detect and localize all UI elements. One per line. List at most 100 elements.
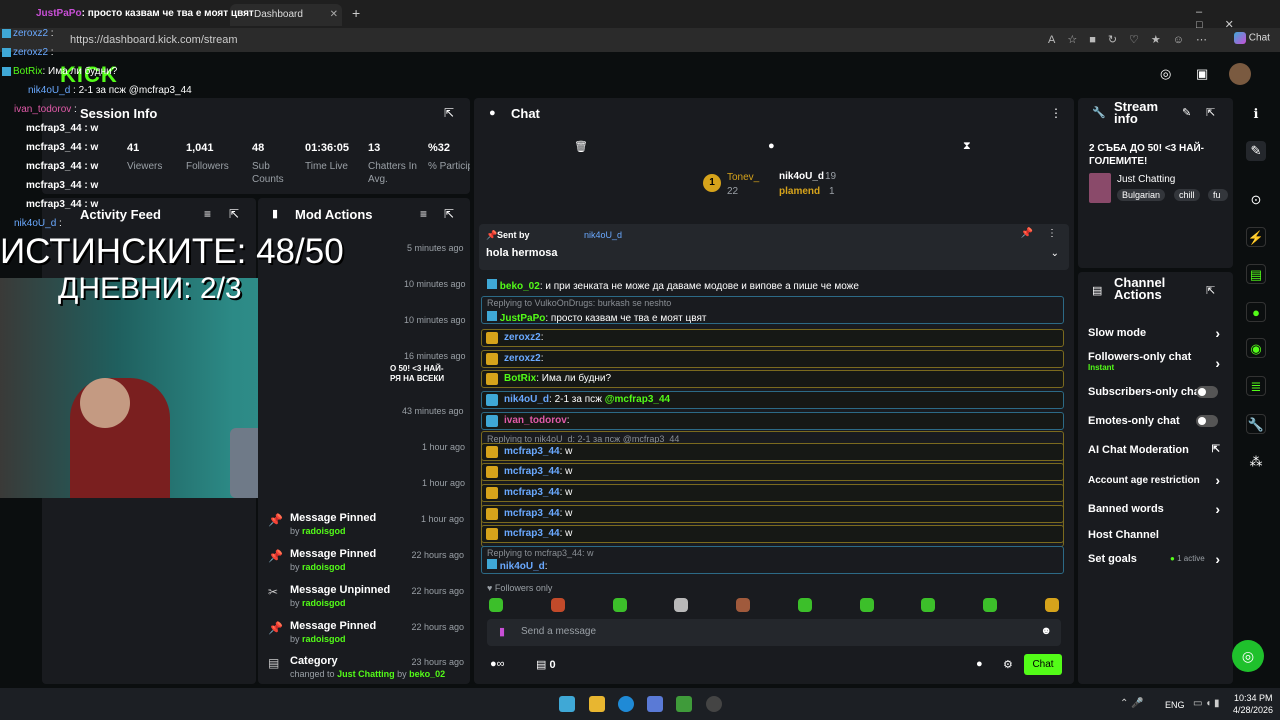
mod-action-row[interactable]: ✂ Message Unpinned by radoisgod 22 hours… bbox=[268, 584, 464, 616]
stream-category[interactable]: Just Chatting bbox=[1117, 174, 1175, 185]
tray-icons[interactable]: ▭ ◖ ▮ bbox=[1193, 698, 1220, 709]
mic-icon[interactable]: ▮ bbox=[499, 625, 505, 638]
header-search-icon[interactable]: ◎ bbox=[1160, 66, 1171, 82]
chat-message[interactable]: mcfrap3_44: w bbox=[481, 484, 1064, 502]
chevron-down-icon[interactable]: ⌄ bbox=[1051, 248, 1059, 259]
followers-only-setting[interactable]: Followers-only chat Instant › bbox=[1088, 351, 1220, 372]
user-badge bbox=[487, 279, 497, 289]
session-expand-icon[interactable]: ⇱ bbox=[444, 106, 454, 120]
emotes-only-setting[interactable]: Emotes-only chat bbox=[1088, 415, 1220, 427]
tray-icons[interactable]: ⌃ 🎤 bbox=[1120, 698, 1144, 709]
community-icon[interactable]: ●∞ bbox=[490, 658, 505, 670]
pen-icon[interactable]: ✎ bbox=[1246, 141, 1266, 161]
chat-input[interactable]: ▮ Send a message ☻ bbox=[487, 619, 1061, 646]
chat-message[interactable]: nik4oU_d: bbox=[487, 559, 548, 572]
chat-more-icon[interactable]: ⋮ bbox=[1050, 106, 1062, 120]
chat-message[interactable]: zeroxz2: bbox=[481, 329, 1064, 347]
banned-words-setting[interactable]: Banned words › bbox=[1088, 501, 1220, 517]
emote-icon[interactable] bbox=[921, 598, 935, 612]
chat-message[interactable]: JustPaPo: просто казвам че тва е моят цв… bbox=[487, 311, 706, 324]
edit-icon[interactable]: ✎ bbox=[1182, 106, 1191, 119]
chat-bubble-icon[interactable]: ● bbox=[976, 658, 983, 670]
edge-icon[interactable] bbox=[618, 696, 634, 712]
chat-timer-icon[interactable]: ⧗ bbox=[963, 140, 971, 153]
list-icon[interactable]: ≣ bbox=[1246, 376, 1266, 396]
emote-icon[interactable] bbox=[798, 598, 812, 612]
clock-date[interactable]: 4/28/2026 bbox=[1233, 705, 1273, 715]
broadcast-icon[interactable]: ◉ bbox=[1246, 338, 1266, 358]
emote-icon[interactable] bbox=[1045, 598, 1059, 612]
slow-mode-setting[interactable]: Slow mode › bbox=[1088, 325, 1220, 341]
community-icon[interactable]: ⁂ bbox=[1246, 452, 1266, 472]
tag-chip[interactable]: Bulgarian bbox=[1117, 189, 1166, 201]
header-camera-icon[interactable]: ▣ bbox=[1196, 66, 1208, 82]
windows-start-icon[interactable] bbox=[559, 696, 575, 712]
emote-icon[interactable] bbox=[736, 598, 750, 612]
file-explorer-icon[interactable] bbox=[589, 696, 605, 712]
address-bar[interactable]: https://dashboard.kick.com/stream bbox=[70, 31, 1090, 49]
emote-icon[interactable] bbox=[489, 598, 503, 612]
tag-chip[interactable]: fu bbox=[1208, 189, 1228, 201]
pinned-message[interactable]: 📌 Sent by nik4oU_d hola hermosa 📌 ⋮ ⌄ bbox=[479, 224, 1069, 270]
emoji-icon[interactable]: ☻ bbox=[1040, 625, 1052, 637]
tag-chip[interactable]: chill bbox=[1174, 189, 1200, 201]
subscribers-only-setting[interactable]: Subscribers-only chat bbox=[1088, 386, 1220, 398]
settings-gear-icon[interactable]: ⚙ bbox=[1003, 658, 1013, 671]
host-channel-setting[interactable]: Host Channel bbox=[1088, 529, 1220, 541]
chat-message[interactable]: beko_02: и при зенката не може да даваме… bbox=[487, 279, 859, 292]
crosshair-icon[interactable]: ⊙ bbox=[1246, 190, 1266, 210]
copilot-chat-button[interactable]: Chat bbox=[1234, 32, 1270, 44]
support-chat-icon[interactable]: ◎ bbox=[1232, 640, 1264, 672]
browser-toolbar-icons[interactable]: A☆■↻♡★☺⋯ bbox=[1048, 33, 1228, 46]
chat-message[interactable]: BotRix: Има ли будни? bbox=[481, 370, 1064, 388]
chat-message[interactable]: mcfrap3_44: w bbox=[481, 525, 1064, 543]
emote-icon[interactable] bbox=[613, 598, 627, 612]
chat-message[interactable]: nik4oU_d: 2-1 за псж @mcfrap3_44 bbox=[481, 391, 1064, 409]
store-icon[interactable]: ▤ 0 bbox=[536, 658, 556, 671]
chat-bubble-icon[interactable]: ● bbox=[768, 140, 775, 152]
emote-icon[interactable] bbox=[674, 598, 688, 612]
chat-delete-icon[interactable]: 🗑 bbox=[574, 140, 588, 153]
language-indicator[interactable]: ENG bbox=[1165, 700, 1185, 710]
stat-participation: %32% Participat bbox=[428, 142, 470, 172]
store-app-icon[interactable] bbox=[647, 696, 663, 712]
chat-message[interactable]: mcfrap3_44: w bbox=[481, 505, 1064, 523]
chat-message[interactable]: zeroxz2: bbox=[481, 350, 1064, 368]
document-icon[interactable]: ▤ bbox=[1246, 264, 1266, 284]
wrench-icon[interactable]: 🔧 bbox=[1246, 414, 1266, 434]
unpin-icon[interactable]: 📌 bbox=[1021, 228, 1033, 239]
chat-message[interactable]: mcfrap3_44: w bbox=[481, 463, 1064, 481]
chat-message[interactable]: ivan_todorov: bbox=[481, 412, 1064, 430]
emote-icon[interactable] bbox=[983, 598, 997, 612]
clock-time[interactable]: 10:34 PM bbox=[1234, 693, 1273, 703]
mod-action-row[interactable]: ▤ Category changed to Just Chatting by b… bbox=[268, 655, 464, 687]
channel-expand-icon[interactable]: ⇱ bbox=[1206, 284, 1215, 297]
avatar[interactable] bbox=[1229, 63, 1251, 85]
chat-rail-icon[interactable]: ● bbox=[1246, 302, 1266, 322]
chat-message[interactable]: mcfrap3_44: w bbox=[481, 443, 1064, 461]
stream-info-title: Stream info bbox=[1114, 99, 1159, 126]
mod-expand-icon[interactable]: ⇱ bbox=[444, 207, 454, 221]
emote-icon[interactable] bbox=[551, 598, 565, 612]
stream-expand-icon[interactable]: ⇱ bbox=[1206, 106, 1215, 119]
obs-icon[interactable] bbox=[706, 696, 722, 712]
stat-followers: 1,041 Followers bbox=[186, 142, 229, 172]
activity-expand-icon[interactable]: ⇱ bbox=[229, 207, 239, 221]
mod-action-row[interactable]: 📌 Message Pinned by radoisgod 22 hours a… bbox=[268, 620, 464, 652]
mod-filter-icon[interactable]: ≡ bbox=[420, 207, 427, 221]
ai-moderation-setting[interactable]: AI Chat Moderation ⇱ bbox=[1088, 444, 1220, 456]
bolt-icon[interactable]: ⚡ bbox=[1246, 227, 1266, 247]
info-icon[interactable]: ℹ bbox=[1246, 104, 1266, 124]
minecraft-icon[interactable] bbox=[676, 696, 692, 712]
account-age-setting[interactable]: Account age restriction › bbox=[1088, 472, 1220, 488]
close-tab-icon[interactable]: ✕ bbox=[330, 4, 338, 26]
emote-icon[interactable] bbox=[860, 598, 874, 612]
set-goals-setting[interactable]: Set goals ● 1 active › bbox=[1088, 551, 1220, 567]
activity-filter-icon[interactable]: ≡ bbox=[204, 207, 211, 221]
mod-action-row[interactable]: 📌 Message Pinned by radoisgod 1 hour ago bbox=[268, 512, 464, 544]
send-chat-button[interactable]: Chat bbox=[1024, 654, 1062, 675]
new-tab-icon[interactable]: + bbox=[352, 5, 360, 21]
mod-action-row[interactable]: 📌 Message Pinned by radoisgod 22 hours a… bbox=[268, 548, 464, 580]
overlay-chat-line: ivan_todorov : bbox=[14, 104, 77, 115]
pinned-more-icon[interactable]: ⋮ bbox=[1047, 228, 1057, 239]
